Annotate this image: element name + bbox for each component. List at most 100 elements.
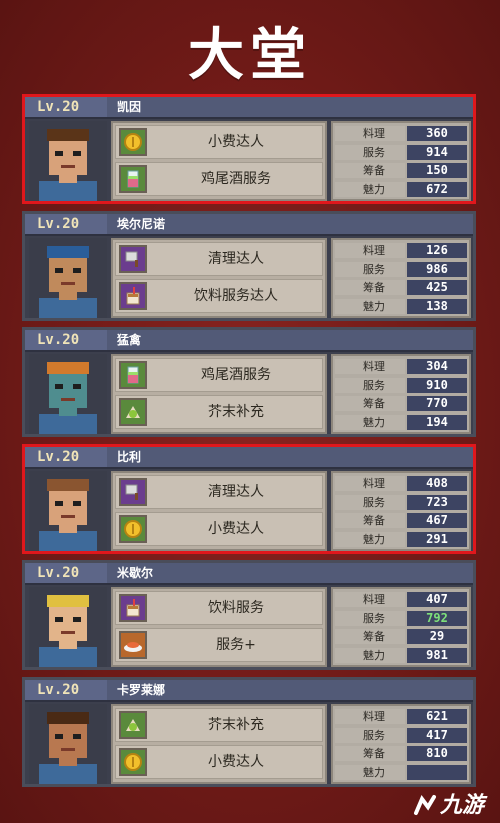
stat-row: 料理 408 — [335, 475, 467, 492]
skills-panel: 芥末补充 小费达人 — [111, 704, 327, 784]
stat-value: 914 — [407, 144, 467, 160]
character-name: 米歇尔 — [117, 566, 154, 580]
skills-panel: 鸡尾酒服务 芥末补充 — [111, 354, 327, 434]
stat-label: 筹备 — [335, 280, 405, 295]
stat-value: 126 — [407, 243, 467, 258]
skill-row[interactable]: 清理达人 — [115, 242, 323, 276]
stat-row: 魅力 138 — [335, 298, 467, 315]
skill-label: 芥末补充 — [208, 717, 264, 733]
skill-icon-frame — [119, 748, 147, 776]
level-label: Lv.20 — [25, 214, 107, 234]
blond-headband-man-icon — [29, 587, 107, 667]
cocktail-icon — [121, 363, 145, 387]
stat-label: 服务 — [335, 377, 405, 393]
coin-icon — [121, 130, 145, 154]
stat-value: 621 — [407, 709, 467, 724]
character-portrait — [29, 704, 107, 784]
character-card[interactable]: Lv.20 凯因 小费达人 鸡尾酒服务 料理 360 服务 914 筹备 150… — [22, 94, 476, 204]
character-card[interactable]: Lv.20 比利 清理达人 小费达人 料理 408 服务 723 筹备 467 … — [22, 444, 476, 554]
stat-value: 986 — [407, 261, 467, 277]
character-card[interactable]: Lv.20 卡罗莱娜 芥末补充 小费达人 料理 621 服务 417 筹备 81… — [22, 677, 476, 787]
stat-value: 981 — [407, 647, 467, 663]
stat-value: 360 — [407, 126, 467, 141]
skill-row[interactable]: 鸡尾酒服务 — [115, 162, 323, 196]
stat-value: 467 — [407, 513, 467, 528]
skill-row[interactable]: 饮料服务达人 — [115, 279, 323, 313]
skills-panel: 清理达人 饮料服务达人 — [111, 238, 327, 318]
skill-label: 清理达人 — [208, 251, 264, 267]
coin-icon — [121, 517, 145, 541]
card-header: Lv.20 猛禽 — [25, 330, 473, 352]
stat-row: 筹备 29 — [335, 628, 467, 645]
stat-value: 770 — [407, 396, 467, 411]
character-name: 猛禽 — [117, 333, 142, 347]
stat-row: 料理 126 — [335, 242, 467, 259]
stat-value: 138 — [407, 298, 467, 314]
skill-row[interactable]: 小费达人 — [115, 125, 323, 159]
drink-icon — [121, 284, 145, 308]
skill-row[interactable]: 小费达人 — [115, 512, 323, 546]
stat-value: 194 — [407, 414, 467, 430]
stat-row: 料理 360 — [335, 125, 467, 142]
character-card[interactable]: Lv.20 埃尔尼诺 清理达人 饮料服务达人 料理 126 服务 986 筹备 … — [22, 211, 476, 321]
stat-row: 魅力 291 — [335, 531, 467, 548]
stat-row: 筹备 467 — [335, 512, 467, 529]
skill-row[interactable]: 鸡尾酒服务 — [115, 358, 323, 392]
stat-label: 料理 — [335, 359, 405, 374]
cocktail-icon — [121, 167, 145, 191]
skill-label: 小费达人 — [208, 134, 264, 150]
stat-label: 魅力 — [335, 647, 405, 663]
skill-icon-frame — [119, 478, 147, 506]
stat-value: 304 — [407, 359, 467, 374]
stat-label: 筹备 — [335, 629, 405, 644]
character-portrait — [29, 121, 107, 201]
skill-row[interactable]: 服务+ — [115, 628, 323, 662]
level-label: Lv.20 — [25, 680, 107, 700]
stat-label: 服务 — [335, 610, 405, 626]
stat-label: 筹备 — [335, 513, 405, 528]
skill-row[interactable]: 清理达人 — [115, 475, 323, 509]
stat-row: 魅力 981 — [335, 647, 467, 664]
skill-row[interactable]: 饮料服务 — [115, 591, 323, 625]
character-portrait — [29, 354, 107, 434]
skill-icon-frame — [119, 711, 147, 739]
stat-row: 筹备 150 — [335, 162, 467, 179]
cleaver-icon — [121, 247, 145, 271]
level-label: Lv.20 — [25, 563, 107, 583]
stats-panel: 料理 407 服务 792 筹备 29 魅力 981 — [331, 587, 471, 667]
page-title: 大堂 — [188, 23, 312, 88]
stat-value — [407, 764, 467, 780]
stat-row: 服务 914 — [335, 144, 467, 161]
card-header: Lv.20 凯因 — [25, 97, 473, 119]
skill-label: 鸡尾酒服务 — [201, 367, 271, 383]
skill-icon-frame — [119, 165, 147, 193]
card-header: Lv.20 比利 — [25, 447, 473, 469]
stats-panel: 料理 360 服务 914 筹备 150 魅力 672 — [331, 121, 471, 201]
skill-row[interactable]: 小费达人 — [115, 745, 323, 779]
curly-hair-woman-icon — [29, 704, 107, 784]
skill-icon-frame — [119, 282, 147, 310]
stat-label: 服务 — [335, 727, 405, 743]
stat-row: 服务 910 — [335, 377, 467, 394]
stat-label: 服务 — [335, 144, 405, 160]
watermark-text: 九游 — [439, 793, 484, 818]
stat-value: 291 — [407, 531, 467, 547]
skill-row[interactable]: 芥末补充 — [115, 395, 323, 429]
character-card[interactable]: Lv.20 猛禽 鸡尾酒服务 芥末补充 料理 304 服务 910 筹备 770… — [22, 327, 476, 437]
character-card[interactable]: Lv.20 米歇尔 饮料服务 服务+ 料理 407 服务 792 筹备 29 魅… — [22, 560, 476, 670]
stat-value: 792 — [407, 610, 467, 626]
stat-label: 魅力 — [335, 414, 405, 430]
skill-row[interactable]: 芥末补充 — [115, 708, 323, 742]
stat-row: 料理 304 — [335, 358, 467, 375]
skill-label: 饮料服务达人 — [194, 288, 278, 304]
stat-value: 910 — [407, 377, 467, 393]
stat-row: 筹备 770 — [335, 395, 467, 412]
stat-value: 29 — [407, 629, 467, 644]
stat-row: 服务 417 — [335, 727, 467, 744]
cyborg-man-icon — [29, 471, 107, 551]
stat-label: 服务 — [335, 261, 405, 277]
stat-row: 料理 407 — [335, 591, 467, 608]
skill-icon-frame — [119, 361, 147, 389]
character-portrait — [29, 238, 107, 318]
skill-label: 清理达人 — [208, 484, 264, 500]
